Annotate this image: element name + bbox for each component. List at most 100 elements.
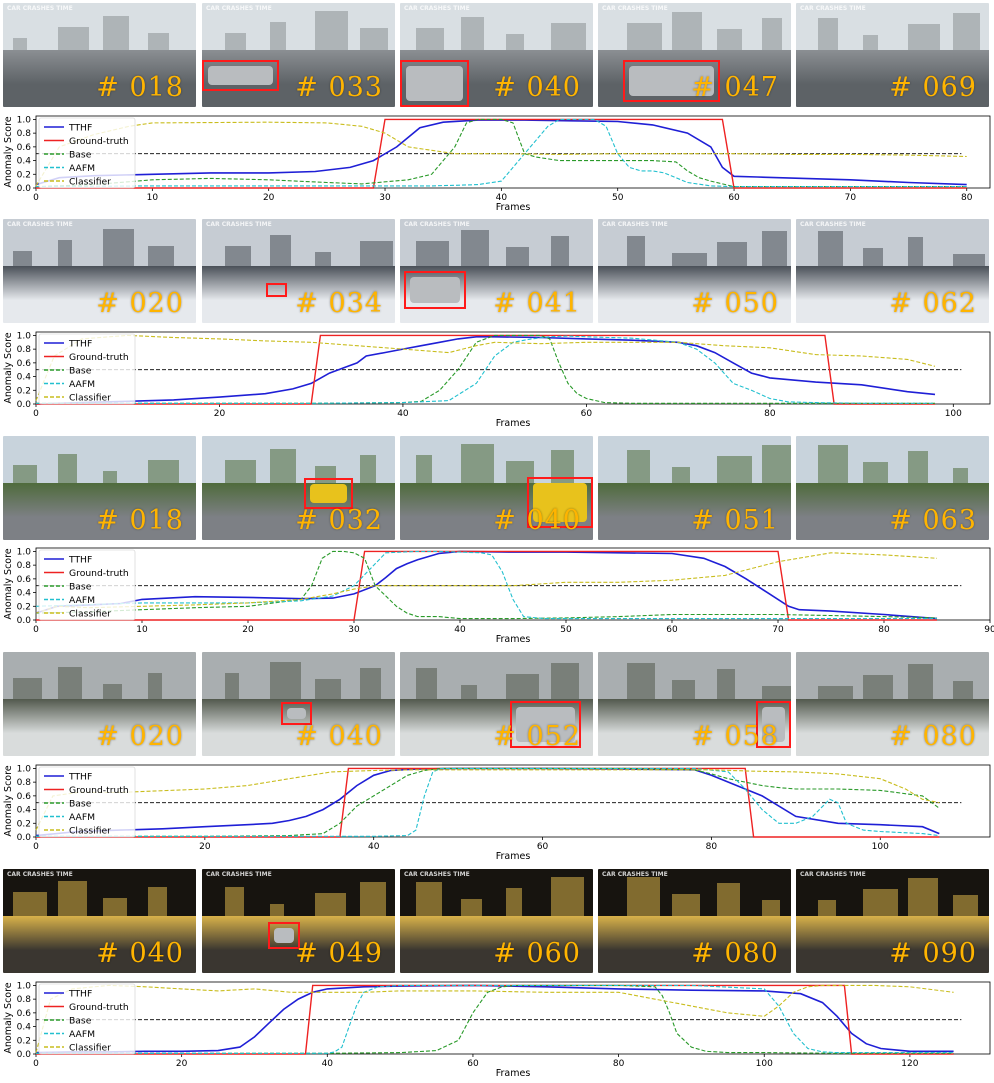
- video-frame: # 058: [598, 652, 791, 756]
- legend-label: Classifier: [69, 608, 111, 619]
- x-tick-label: 60: [537, 842, 549, 852]
- x-axis-label: Frames: [496, 202, 531, 213]
- frame-number: # 033: [295, 72, 383, 103]
- frame-number: # 080: [889, 721, 977, 752]
- x-tick-label: 60: [666, 625, 678, 635]
- frame-number: # 041: [493, 288, 581, 319]
- y-axis-label: Anomaly Score: [3, 982, 14, 1053]
- x-tick-label: 20: [242, 625, 254, 635]
- x-tick-label: 60: [581, 409, 593, 419]
- x-tick-label: 0: [33, 1059, 39, 1069]
- x-tick-label: 100: [756, 1059, 773, 1069]
- frame-number: # 062: [889, 288, 977, 319]
- y-tick-label: 0.4: [17, 157, 32, 167]
- frame-number: # 069: [889, 72, 977, 103]
- legend-label: TTHF: [68, 771, 92, 782]
- x-tick-label: 50: [612, 193, 624, 203]
- x-tick-label: 40: [397, 409, 409, 419]
- video-frame: # 040: [202, 652, 395, 756]
- x-tick-label: 20: [176, 1059, 188, 1069]
- frame-number: # 051: [691, 505, 779, 536]
- y-tick-label: 0.2: [17, 1036, 31, 1046]
- x-tick-label: 120: [901, 1059, 918, 1069]
- x-tick-label: 70: [772, 625, 784, 635]
- x-tick-label: 20: [199, 842, 211, 852]
- frame-number: # 063: [889, 505, 977, 536]
- legend: TTHF Ground-truth Base AAFM Classifier: [38, 333, 136, 405]
- frame-number: # 034: [295, 288, 383, 319]
- y-axis-label: Anomaly Score: [3, 332, 14, 403]
- y-axis-label: Anomaly Score: [3, 548, 14, 619]
- watermark: CAR CRASHES TIME: [602, 221, 668, 228]
- legend-label: Ground-truth: [69, 568, 129, 579]
- y-axis-label: Anomaly Score: [3, 116, 14, 187]
- series-line-tthf: [35, 984, 954, 1054]
- frame-number: # 020: [96, 288, 184, 319]
- legend-label: TTHF: [68, 988, 92, 999]
- y-tick-label: 0.8: [17, 129, 32, 139]
- watermark: CAR CRASHES TIME: [7, 871, 73, 878]
- x-tick-label: 10: [136, 625, 148, 635]
- watermark: CAR CRASHES TIME: [800, 871, 866, 878]
- frame-number: # 020: [96, 721, 184, 752]
- legend-label: Classifier: [69, 392, 111, 403]
- video-frame: # 020: [3, 652, 196, 756]
- legend: TTHF Ground-truth Base AAFM Classifier: [38, 766, 136, 838]
- frame-number: # 058: [691, 721, 779, 752]
- frame-number: # 049: [295, 938, 383, 969]
- x-tick-label: 40: [454, 625, 466, 635]
- frame-number: # 032: [295, 505, 383, 536]
- bounding-box: [202, 60, 280, 92]
- anomaly-chart-4: 0.0 0.2 0.4 0.6 0.8 1.0 0 20 40 60 80 100 Frames Anom…: [0, 763, 994, 866]
- legend-label: TTHF: [68, 338, 92, 349]
- video-frame: CAR CRASHES TIME # 080: [598, 869, 791, 973]
- anomaly-chart-5: 0.0 0.2 0.4 0.6 0.8 1.0 0 20 40 60 80 100 120 Frames A…: [0, 980, 994, 1083]
- legend-label: AAFM: [69, 1029, 95, 1040]
- y-tick-label: 0.0: [17, 400, 32, 410]
- x-tick-label: 0: [33, 625, 39, 635]
- x-tick-label: 0: [33, 842, 39, 852]
- y-tick-label: 0.0: [17, 1050, 32, 1060]
- x-tick-label: 30: [348, 625, 360, 635]
- y-tick-label: 1.0: [17, 547, 32, 557]
- video-frame: CAR CRASHES TIME # 040: [400, 3, 593, 107]
- x-tick-label: 20: [263, 193, 275, 203]
- y-tick-label: 0.2: [17, 819, 31, 829]
- anomaly-chart-3: 0.0 0.2 0.4 0.6 0.8 1.0 0 10 20 30 40 50 60 70 80 90 Fra…: [0, 546, 994, 649]
- watermark: CAR CRASHES TIME: [404, 5, 470, 12]
- video-frame: CAR CRASHES TIME # 041: [400, 219, 593, 323]
- series-line-tthf: [35, 119, 967, 186]
- video-frame: # 080: [796, 652, 989, 756]
- chart-svg: 0.0 0.2 0.4 0.6 0.8 1.0 0 20 40 60 80 100 Frames Anom…: [3, 764, 991, 862]
- frame-number: # 052: [493, 721, 581, 752]
- watermark: CAR CRASHES TIME: [404, 221, 470, 228]
- plot-frame: [35, 764, 991, 838]
- watermark: CAR CRASHES TIME: [800, 5, 866, 12]
- legend-label: TTHF: [68, 122, 92, 133]
- y-tick-label: 0.8: [17, 778, 32, 788]
- video-frame: # 032: [202, 436, 395, 540]
- y-tick-label: 0.4: [17, 1023, 32, 1033]
- y-tick-label: 0.6: [17, 359, 32, 369]
- frame-number: # 018: [96, 505, 184, 536]
- y-tick-label: 0.0: [17, 616, 32, 626]
- legend-label: Ground-truth: [69, 136, 129, 147]
- series-line-classifier: [35, 552, 938, 614]
- legend-label: AAFM: [69, 595, 95, 606]
- watermark: CAR CRASHES TIME: [206, 5, 272, 12]
- y-axis-label: Anomaly Score: [3, 765, 14, 836]
- video-frame: # 052: [400, 652, 593, 756]
- chart-svg: 0.0 0.2 0.4 0.6 0.8 1.0 0 20 40 60 80 100 Frames Anom…: [3, 331, 991, 429]
- series-line-classifier: [35, 769, 940, 831]
- x-tick-label: 80: [961, 193, 973, 203]
- x-tick-label: 60: [728, 193, 740, 203]
- x-tick-label: 100: [872, 842, 889, 852]
- anomaly-chart-1: 0.0 0.2 0.4 0.6 0.8 1.0 0 10 20 30 40 50 60 70 80 Frame…: [0, 114, 994, 217]
- series-line-tthf: [35, 767, 940, 837]
- legend-label: Classifier: [69, 176, 111, 187]
- series-line-base: [35, 550, 938, 620]
- legend-label: Base: [69, 798, 92, 809]
- video-frame: CAR CRASHES TIME # 049: [202, 869, 395, 973]
- video-frame: CAR CRASHES TIME # 069: [796, 3, 989, 107]
- y-tick-label: 1.0: [17, 115, 32, 125]
